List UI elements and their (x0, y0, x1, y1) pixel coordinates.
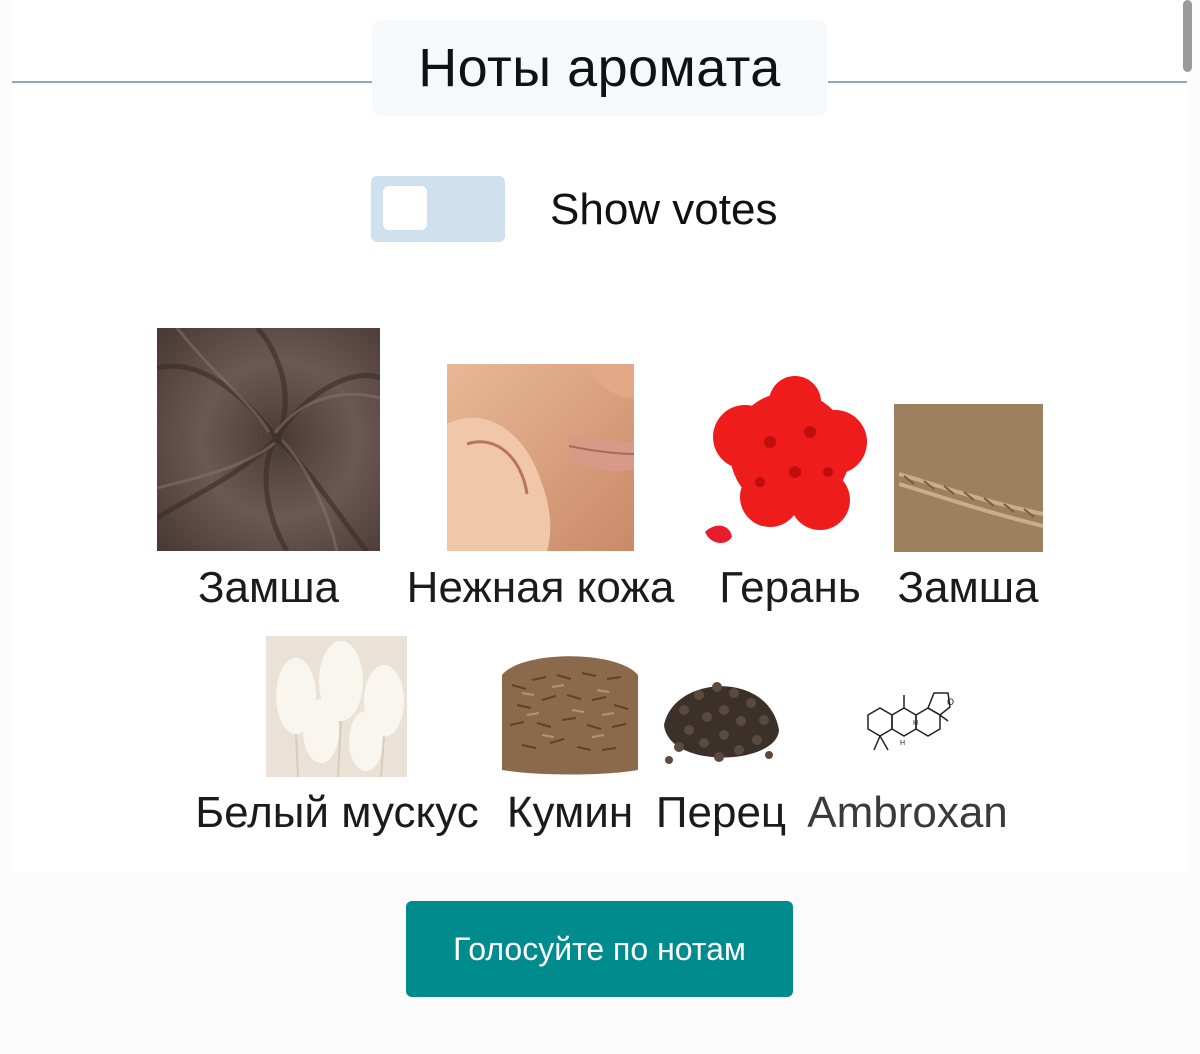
svg-text:H: H (900, 740, 905, 747)
note-label[interactable]: Перец (652, 788, 790, 838)
note-label[interactable]: Кумин (498, 788, 642, 838)
divider-left (12, 81, 372, 83)
suede-fabric-image[interactable] (157, 328, 380, 551)
white-musk-image[interactable] (266, 636, 407, 777)
svg-text:O: O (947, 697, 954, 707)
show-votes-label: Show votes (550, 185, 778, 234)
note-label[interactable]: Белый мускус (188, 788, 486, 838)
note-label[interactable]: Ambroxan (800, 788, 1015, 838)
soft-skin-image[interactable] (447, 364, 634, 551)
section-title: Ноты аромата (372, 20, 827, 116)
note-label[interactable]: Герань (712, 563, 868, 613)
black-pepper-image[interactable] (659, 655, 784, 777)
note-label[interactable]: Замша (890, 563, 1046, 613)
note-label[interactable]: Замша (157, 563, 380, 613)
ambroxan-molecule-image[interactable]: O H H (858, 675, 958, 765)
cumin-seeds-image[interactable] (502, 645, 638, 776)
vote-notes-button[interactable]: Голосуйте по нотам (406, 901, 793, 997)
show-votes-toggle[interactable] (371, 176, 505, 242)
note-label[interactable]: Нежная кожа (397, 563, 684, 613)
suede-leather-image[interactable] (894, 404, 1043, 552)
toggle-knob (383, 186, 427, 230)
divider-right (828, 81, 1187, 83)
svg-text:H: H (913, 720, 918, 727)
geranium-flower-image[interactable] (700, 372, 880, 552)
scrollbar[interactable] (1183, 0, 1192, 72)
